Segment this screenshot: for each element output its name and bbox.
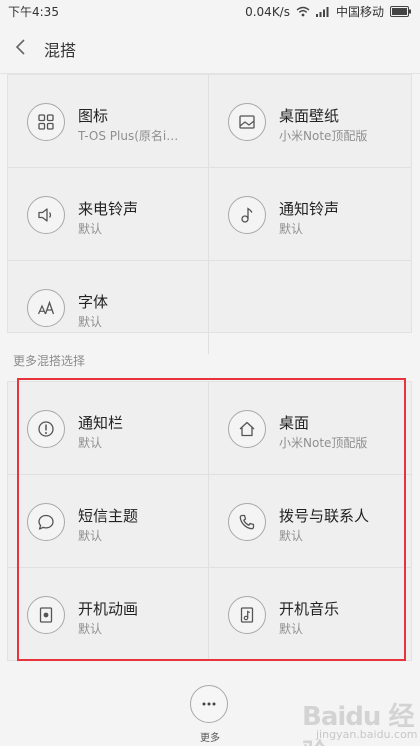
status-indicators: 0.04K/s 中国移动 [245, 3, 412, 20]
section-label: 更多混搭选择 [13, 354, 86, 368]
title-bar: 混搭 [0, 20, 420, 74]
mix-item-dialer-contacts[interactable]: 拨号与联系人 默认 [209, 475, 412, 567]
item-subtitle: 默认 [78, 436, 103, 450]
watermark-url: jingyan.baidu.com [316, 728, 418, 741]
signal-icon [315, 6, 330, 17]
item-title: 桌面 [279, 414, 310, 432]
more-mix-grid: 通知栏 默认 桌面 小米Note顶配版 短信主题 默认 拨号与联系人 默认 开机… [7, 381, 412, 661]
item-subtitle: 默认 [78, 315, 103, 329]
item-title: 通知栏 [78, 414, 124, 432]
grid-row: 来电铃声 默认 通知铃声 默认 [8, 168, 411, 261]
mix-item-sms-theme[interactable]: 短信主题 默认 [8, 475, 209, 567]
item-title: 通知铃声 [279, 200, 340, 218]
home-icon [228, 410, 266, 448]
item-subtitle: 小米Note顶配版 [279, 436, 368, 450]
message-bubble-icon [27, 503, 65, 541]
grid-row: 图标 T-OS Plus(原名i… 桌面壁纸 小米Note顶配版 [8, 75, 411, 168]
item-subtitle: 默认 [279, 622, 304, 636]
item-title: 来电铃声 [78, 200, 139, 218]
mix-item-icons[interactable]: 图标 T-OS Plus(原名i… [8, 75, 209, 167]
alert-icon [27, 410, 65, 448]
status-bar: 下午4:35 0.04K/s 中国移动 [0, 0, 420, 20]
speaker-icon [27, 196, 65, 234]
more-button[interactable] [190, 685, 228, 723]
mix-item-boot-animation[interactable]: 开机动画 默认 [8, 568, 209, 661]
music-file-icon [228, 596, 266, 634]
item-subtitle: 默认 [279, 222, 304, 236]
font-icon [27, 289, 65, 327]
item-title: 字体 [78, 293, 109, 311]
item-subtitle: 默认 [78, 622, 103, 636]
phone-icon [228, 503, 266, 541]
item-subtitle: T-OS Plus(原名i… [78, 129, 179, 143]
grid-row: 短信主题 默认 拨号与联系人 默认 [8, 475, 411, 568]
mix-item-notification-bar[interactable]: 通知栏 默认 [8, 382, 209, 474]
mix-items-grid: 图标 T-OS Plus(原名i… 桌面壁纸 小米Note顶配版 来电铃声 默认… [7, 74, 412, 354]
item-title: 图标 [78, 107, 109, 125]
item-subtitle: 默认 [78, 222, 103, 236]
mix-item-boot-music[interactable]: 开机音乐 默认 [209, 568, 412, 661]
carrier-name: 中国移动 [335, 5, 384, 19]
wifi-icon [296, 6, 310, 17]
grid-row: 字体 默认 [8, 261, 411, 354]
item-subtitle: 小米Note顶配版 [279, 129, 368, 143]
page-title: 混搭 [44, 41, 77, 60]
battery-icon [390, 6, 412, 17]
music-note-icon [228, 196, 266, 234]
grid-icon [27, 103, 65, 141]
back-arrow-icon[interactable] [12, 35, 32, 59]
more-dots-icon [202, 702, 216, 706]
item-title: 开机动画 [78, 600, 139, 618]
item-title: 开机音乐 [279, 600, 340, 618]
item-title: 短信主题 [78, 507, 139, 525]
item-title: 桌面壁纸 [279, 107, 340, 125]
mix-item-wallpaper[interactable]: 桌面壁纸 小米Note顶配版 [209, 75, 412, 167]
item-title: 拨号与联系人 [279, 507, 370, 525]
network-speed: 0.04K/s [245, 4, 290, 19]
mix-item-notification-sound[interactable]: 通知铃声 默认 [209, 168, 412, 260]
boot-animation-icon [27, 596, 65, 634]
item-subtitle: 默认 [78, 529, 103, 543]
empty-cell [209, 261, 412, 354]
grid-row: 开机动画 默认 开机音乐 默认 [8, 568, 411, 661]
baidu-watermark: Baidu 经验 jingyan.baidu.com [302, 696, 420, 746]
mix-item-desktop[interactable]: 桌面 小米Note顶配版 [209, 382, 412, 474]
wallpaper-icon [228, 103, 266, 141]
mix-item-font[interactable]: 字体 默认 [8, 261, 209, 354]
mix-item-ringtone[interactable]: 来电铃声 默认 [8, 168, 209, 260]
grid-row: 通知栏 默认 桌面 小米Note顶配版 [8, 382, 411, 475]
item-subtitle: 默认 [279, 529, 304, 543]
status-time: 下午4:35 [8, 5, 59, 19]
